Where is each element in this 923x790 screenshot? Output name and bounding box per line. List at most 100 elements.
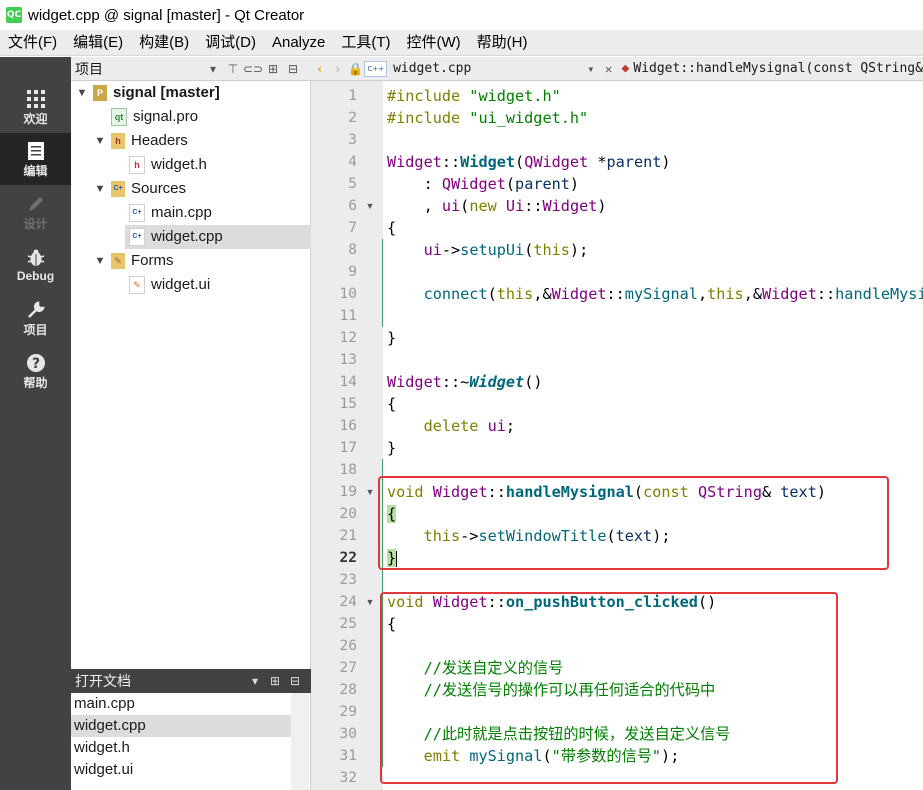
line-number: 20	[339, 506, 357, 522]
menu-edit[interactable]: 编辑(E)	[65, 30, 131, 56]
open-doc-main-cpp[interactable]: main.cpp	[71, 693, 292, 715]
qt-creator-logo-icon: QC	[6, 7, 22, 23]
line-number: 12	[339, 330, 357, 346]
line-number: 21	[339, 528, 357, 544]
lock-icon: 🔒	[348, 61, 363, 76]
mode-debug[interactable]: Debug	[0, 239, 71, 291]
tree-item-label: signal [master]	[113, 84, 220, 101]
mode-edit-label: 编辑	[23, 163, 48, 178]
bug-icon	[26, 247, 46, 269]
dropdown-arrow-icon[interactable]: ▾	[582, 59, 600, 79]
close-panel-icon[interactable]: ⊟	[283, 59, 303, 79]
code-line-6: , ui(new Ui::Widget)	[387, 197, 607, 215]
fold-marker-icon[interactable]: ▼	[363, 591, 377, 613]
line-number: 10	[339, 286, 357, 302]
line-number: 18	[339, 462, 357, 478]
line-number: 11	[339, 308, 357, 324]
tree-item-signal-project[interactable]: ▼ P signal [master]	[75, 81, 307, 105]
wrench-icon	[26, 299, 46, 321]
project-tree: ▼ P signal [master] qt signal.pro ▼ h He…	[71, 81, 315, 669]
menu-debug[interactable]: 调试(D)	[197, 30, 264, 56]
project-panel-title[interactable]: 项目	[75, 59, 203, 79]
tree-item-label: widget.cpp	[151, 228, 223, 245]
highlight-box-handle-mysignal	[378, 476, 889, 570]
link-icon[interactable]: ⊂⊃	[243, 59, 263, 79]
mode-design[interactable]: 设计	[0, 186, 71, 238]
line-number: 17	[339, 440, 357, 456]
open-doc-widget-h[interactable]: widget.h	[71, 737, 292, 759]
title-bar: QC widget.cpp @ signal [master] - Qt Cre…	[0, 0, 923, 30]
code-line-15: {	[387, 395, 397, 413]
back-arrow-icon[interactable]: ‹	[311, 59, 329, 79]
mode-help-label: 帮助	[23, 375, 48, 390]
tree-item-sources[interactable]: ▼ C+ Sources	[93, 177, 307, 201]
line-number: 4	[348, 154, 357, 170]
dropdown-arrow-icon[interactable]: ▾	[203, 59, 223, 79]
cpp-file-icon: C+	[129, 204, 145, 222]
fold-marker-icon[interactable]: ▼	[363, 481, 377, 503]
chevron-down-icon[interactable]: ▼	[93, 129, 107, 153]
line-number: 3	[348, 132, 357, 148]
tree-item-label: main.cpp	[151, 204, 212, 221]
tree-item-signal-pro[interactable]: qt signal.pro	[111, 105, 307, 129]
mode-help[interactable]: ? 帮助	[0, 345, 71, 397]
tree-item-forms[interactable]: ▼ ✎ Forms	[93, 249, 307, 273]
code-line-17: }	[387, 439, 397, 457]
tree-item-main-cpp[interactable]: C+ main.cpp	[129, 201, 307, 225]
project-panel-toolbar: 项目 ▾ ⊤ ⊂⊃ ⊞ ⊟	[71, 57, 311, 81]
forward-arrow-icon[interactable]: ›	[329, 59, 347, 79]
chevron-down-icon[interactable]: ▼	[93, 249, 107, 273]
editor-toolbar: ‹ › 🔒 C++ widget.cpp ▾ ✕ ◆ Widget::handl…	[311, 57, 923, 81]
mode-projects[interactable]: 项目	[0, 292, 71, 344]
menu-help[interactable]: 帮助(H)	[469, 30, 536, 56]
split-icon[interactable]: ⊞	[265, 671, 285, 691]
open-documents-toolbar: 打开文档 ▾ ⊞ ⊟	[71, 669, 311, 693]
menu-bar: 文件(F) 编辑(E) 构建(B) 调试(D) Analyze 工具(T) 控件…	[0, 30, 923, 56]
close-panel-icon[interactable]: ⊟	[285, 671, 305, 691]
menu-build[interactable]: 构建(B)	[131, 30, 197, 56]
mode-edit[interactable]: 编辑	[0, 133, 71, 185]
close-document-icon[interactable]: ✕	[600, 59, 618, 79]
menu-widgets[interactable]: 控件(W)	[399, 30, 469, 56]
symbol-selector[interactable]: Widget::handleMysignal(const QString&	[633, 61, 923, 76]
tree-item-headers[interactable]: ▼ h Headers	[93, 129, 307, 153]
code-line-14: Widget::~Widget()	[387, 373, 543, 391]
chevron-down-icon[interactable]: ▼	[75, 81, 89, 105]
current-file-selector[interactable]: widget.cpp	[393, 61, 582, 76]
grid-icon	[26, 88, 46, 110]
project-icon: P	[93, 85, 107, 101]
mode-welcome[interactable]: 欢迎	[0, 81, 71, 133]
menu-tools[interactable]: 工具(T)	[333, 30, 398, 56]
chevron-down-icon[interactable]: ▼	[93, 177, 107, 201]
line-number: 22	[339, 550, 357, 566]
menu-file[interactable]: 文件(F)	[0, 30, 65, 56]
split-icon[interactable]: ⊞	[263, 59, 283, 79]
pencil-icon	[26, 193, 46, 215]
window-title: widget.cpp @ signal [master] - Qt Creato…	[28, 6, 305, 24]
open-documents-title[interactable]: 打开文档	[75, 671, 245, 691]
fold-marker-icon[interactable]: ▼	[363, 195, 377, 217]
menu-analyze[interactable]: Analyze	[264, 30, 333, 56]
tree-item-label: widget.ui	[151, 276, 211, 293]
code-line-2: #include "ui_widget.h"	[387, 109, 589, 127]
tree-item-widget-ui[interactable]: ✎ widget.ui	[129, 273, 307, 297]
mode-projects-label: 项目	[23, 322, 48, 337]
line-number: 5	[348, 176, 357, 192]
open-doc-widget-cpp[interactable]: widget.cpp	[71, 715, 292, 737]
code-line-8: ui->setupUi(this);	[423, 241, 589, 259]
line-number: 30	[339, 726, 357, 742]
line-number: 14	[339, 374, 357, 390]
dropdown-arrow-icon[interactable]: ▾	[245, 671, 265, 691]
open-doc-widget-ui[interactable]: widget.ui	[71, 759, 292, 781]
tree-item-label: widget.h	[151, 156, 207, 173]
code-line-12: }	[387, 329, 397, 347]
filter-icon[interactable]: ⊤	[223, 59, 243, 79]
scrollbar[interactable]	[291, 693, 309, 790]
line-number: 27	[339, 660, 357, 676]
line-number: 32	[339, 770, 357, 786]
tree-item-widget-cpp[interactable]: C+ widget.cpp	[125, 225, 315, 249]
line-number: 13	[339, 352, 357, 368]
line-number: 15	[339, 396, 357, 412]
line-number: 23	[339, 572, 357, 588]
tree-item-widget-h[interactable]: h widget.h	[129, 153, 307, 177]
